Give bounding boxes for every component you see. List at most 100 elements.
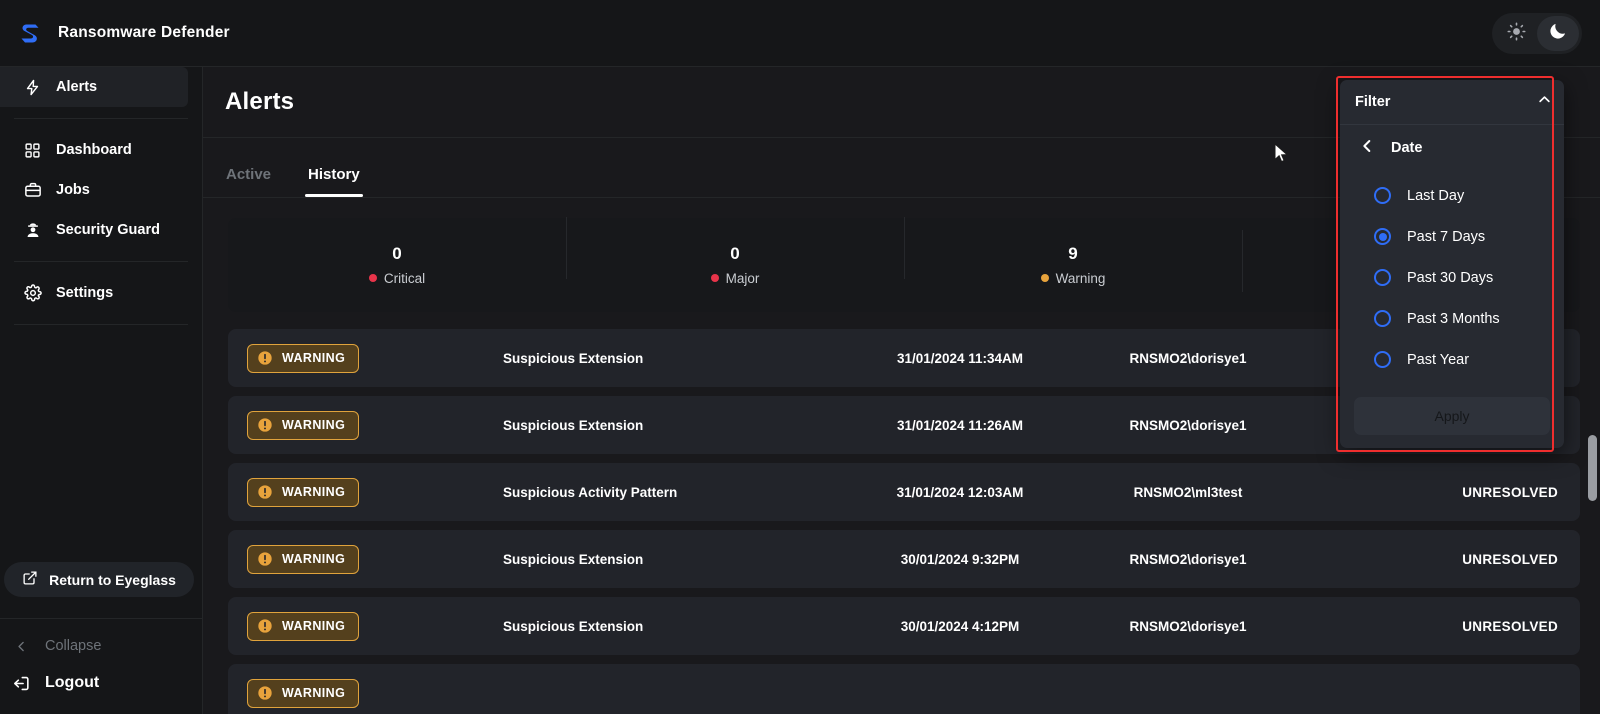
app-root: Ransomware Defender Alerts Dashboard Job… [0, 0, 1600, 714]
filter-panel-title: Filter [1355, 94, 1391, 110]
sidebar-item-alerts[interactable]: Alerts [0, 67, 188, 107]
alert-time: 30/01/2024 4:12PM [900, 618, 1020, 634]
radio-icon[interactable] [1374, 351, 1391, 368]
radio-label: Past 3 Months [1407, 310, 1500, 327]
apply-button[interactable]: Apply [1354, 397, 1550, 435]
alert-name: Suspicious Extension [503, 618, 644, 634]
table-row[interactable]: WARNING Suspicious Extension 30/01/2024 … [228, 597, 1580, 655]
radio-label: Last Day [1407, 187, 1465, 204]
grid-icon [23, 141, 42, 160]
severity-dot-warning [1040, 274, 1049, 283]
theme-option-light[interactable] [1495, 16, 1537, 51]
radio-label: Past 7 Days [1407, 228, 1486, 245]
status-badge-label: WARNING [282, 418, 346, 432]
alert-status: UNRESOLVED [1462, 484, 1558, 500]
sidebar-divider-4 [0, 618, 203, 619]
stat-value: 9 [1068, 243, 1078, 263]
radio-icon-selected[interactable] [1374, 228, 1391, 245]
moon-icon [1548, 21, 1568, 46]
stat-critical: 0 Critical [228, 243, 566, 288]
status-badge: WARNING [247, 410, 360, 440]
alert-name: Suspicious Extension [503, 551, 644, 567]
radio-option-past-3-months[interactable]: Past 3 Months [1374, 298, 1564, 339]
tab-active[interactable]: Active [223, 166, 274, 197]
radio-icon[interactable] [1374, 269, 1391, 286]
sidebar-divider-3 [14, 324, 188, 325]
radio-option-last-day[interactable]: Last Day [1374, 175, 1564, 216]
stat-label-wrap: Major [710, 271, 759, 286]
brand[interactable]: Ransomware Defender [0, 18, 230, 48]
theme-toggle[interactable] [1492, 13, 1582, 54]
radio-icon[interactable] [1374, 310, 1391, 327]
scrollbar-track[interactable] [1586, 67, 1597, 714]
sun-icon [1506, 21, 1526, 46]
alert-status: UNRESOLVED [1462, 618, 1558, 634]
radio-icon[interactable] [1374, 187, 1391, 204]
status-badge: WARNING [247, 611, 360, 641]
top-bar: Ransomware Defender [0, 0, 1600, 67]
sidebar-item-dashboard[interactable]: Dashboard [0, 130, 188, 170]
warning-circle-icon [257, 417, 273, 433]
sidebar-collapse-button[interactable]: Collapse [0, 629, 203, 663]
stat-value: 0 [730, 243, 740, 263]
table-row[interactable]: WARNING Suspicious Extension 30/01/2024 … [228, 530, 1580, 588]
status-badge: WARNING [247, 477, 360, 507]
brand-title: Ransomware Defender [58, 24, 230, 41]
radio-option-past-year[interactable]: Past Year [1374, 339, 1564, 380]
alert-user: RNSMO2\dorisye1 [1129, 551, 1247, 567]
sidebar: Alerts Dashboard Jobs Security Guard Set… [0, 67, 203, 714]
table-row[interactable]: WARNING Suspicious Activity Pattern 31/0… [228, 463, 1580, 521]
sidebar-item-settings[interactable]: Settings [0, 273, 188, 313]
status-badge-label: WARNING [282, 619, 346, 633]
filter-panel-header[interactable]: Filter [1340, 80, 1564, 125]
warning-circle-icon [257, 685, 273, 701]
scrollbar-thumb[interactable] [1588, 435, 1597, 501]
alert-time: 30/01/2024 9:32PM [900, 551, 1020, 567]
sidebar-group-primary: Alerts [0, 67, 202, 107]
radio-option-past-30-days[interactable]: Past 30 Days [1374, 257, 1564, 298]
page-title: Alerts [225, 88, 295, 115]
external-link-icon [22, 570, 38, 589]
status-badge: WARNING [247, 544, 360, 574]
alert-name: Suspicious Activity Pattern [503, 484, 678, 500]
alert-time: 31/01/2024 11:26AM [896, 417, 1024, 433]
severity-dot-major [710, 274, 719, 283]
radio-label: Past Year [1407, 351, 1470, 368]
filter-panel: Filter Date Last Day Past 7 Days Past 30… [1340, 80, 1564, 448]
alert-name: Suspicious Extension [503, 417, 644, 433]
sidebar-item-jobs[interactable]: Jobs [0, 170, 188, 210]
status-badge-label: WARNING [282, 485, 346, 499]
sidebar-item-security-guard[interactable]: Security Guard [0, 210, 188, 250]
sidebar-logout-button[interactable]: Logout [0, 663, 203, 703]
security-guard-icon [23, 221, 42, 240]
filter-section-label: Date [1391, 140, 1423, 156]
warning-circle-icon [257, 350, 273, 366]
alert-user: RNSMO2\dorisye1 [1129, 417, 1247, 433]
sidebar-collapse-label: Collapse [45, 638, 102, 654]
tab-history[interactable]: History [305, 166, 363, 197]
status-badge: WARNING [247, 343, 360, 373]
severity-dot-critical [368, 274, 377, 283]
sidebar-item-label: Settings [56, 285, 114, 301]
sidebar-logout-label: Logout [45, 674, 100, 691]
status-badge-label: WARNING [282, 686, 346, 700]
chevron-left-icon[interactable] [1359, 138, 1375, 159]
alert-status: UNRESOLVED [1462, 551, 1558, 567]
theme-option-dark[interactable] [1537, 16, 1579, 51]
return-to-eyeglass-label: Return to Eyeglass [49, 571, 176, 588]
status-badge-label: WARNING [282, 552, 346, 566]
table-row[interactable]: WARNING [228, 664, 1580, 714]
status-badge-label: WARNING [282, 351, 346, 365]
stat-major: 0 Major [566, 217, 904, 288]
sidebar-item-label: Jobs [56, 182, 90, 198]
alert-name: Suspicious Extension [503, 350, 644, 366]
stat-label: Warning [1055, 270, 1106, 286]
shield-s-logo-icon [14, 18, 44, 48]
chevron-up-icon[interactable] [1537, 92, 1552, 112]
briefcase-icon [23, 181, 42, 200]
stat-value: 0 [392, 243, 402, 263]
radio-option-past-7-days[interactable]: Past 7 Days [1374, 216, 1564, 257]
filter-back-button[interactable]: Date [1340, 125, 1564, 171]
return-to-eyeglass-button[interactable]: Return to Eyeglass [4, 562, 194, 597]
alert-user: RNSMO2\dorisye1 [1129, 350, 1247, 366]
